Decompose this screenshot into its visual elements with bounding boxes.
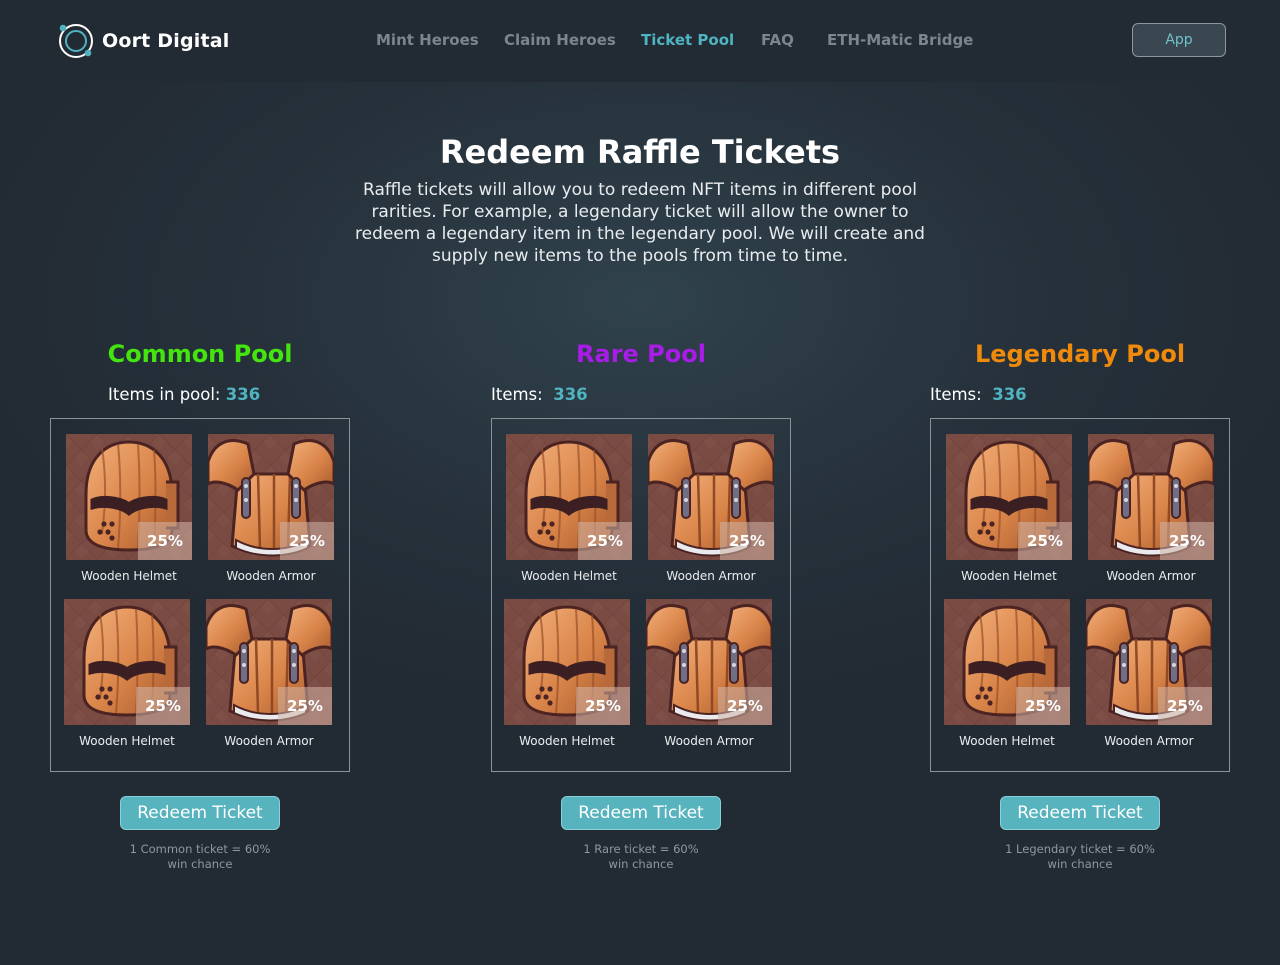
count-label: Items: — [491, 385, 554, 404]
pool-title: Legendary Pool — [974, 340, 1186, 368]
win-chance-line: 1 Rare ticket = 60% — [583, 842, 699, 856]
pool-items-grid: 25% Wooden Helmet 25% Wooden Armor 25% W… — [491, 418, 791, 772]
nav-claim-heroes[interactable]: Claim Heroes — [504, 31, 616, 49]
pool-item-card[interactable]: 25% Wooden Helmet — [944, 599, 1070, 748]
count-value: 336 — [992, 385, 1027, 404]
win-chance-line: 1 Common ticket = 60% — [129, 842, 271, 856]
win-chance-note: 1 Legendary ticket = 60% win chance — [980, 842, 1180, 872]
pool-item-card[interactable]: 25% Wooden Armor — [1086, 599, 1212, 748]
pool-item-card[interactable]: 25% Wooden Armor — [648, 434, 774, 583]
item-name: Wooden Helmet — [81, 569, 177, 583]
pool-item-card[interactable]: 25% Wooden Helmet — [946, 434, 1072, 583]
pool-items-grid: 25% Wooden Helmet 25% Wooden Armor 25% W… — [930, 418, 1230, 772]
drop-percent-badge: 25% — [1158, 687, 1212, 725]
pool-item-count: Items in pool: 336 — [108, 385, 260, 404]
pool-item-card[interactable]: 25% Wooden Armor — [1088, 434, 1214, 583]
item-name: Wooden Helmet — [519, 734, 615, 748]
pool-item-card[interactable]: 25% Wooden Armor — [646, 599, 772, 748]
item-name: Wooden Armor — [664, 734, 754, 748]
item-name: Wooden Armor — [1104, 734, 1194, 748]
drop-percent-badge: 25% — [138, 522, 192, 560]
win-chance-note: 1 Rare ticket = 60% win chance — [541, 842, 741, 872]
app-button[interactable]: App — [1132, 23, 1226, 57]
drop-percent-badge: 25% — [578, 522, 632, 560]
redeem-ticket-button[interactable]: Redeem Ticket — [561, 796, 721, 830]
drop-percent-badge: 25% — [718, 687, 772, 725]
drop-percent-badge: 25% — [720, 522, 774, 560]
drop-percent-badge: 25% — [278, 687, 332, 725]
count-value: 336 — [225, 385, 261, 404]
pool-title: Rare Pool — [576, 340, 706, 368]
drop-percent-badge: 25% — [136, 687, 190, 725]
item-name: Wooden Armor — [226, 569, 316, 583]
win-chance-line: win chance — [167, 857, 233, 871]
win-chance-note: 1 Common ticket = 60% win chance — [100, 842, 300, 872]
count-label: Items in pool: — [108, 385, 226, 404]
count-value: 336 — [553, 385, 588, 404]
page-description: Raffle tickets will allow you to redeem … — [355, 180, 925, 266]
nav-eth-matic-bridge[interactable]: ETH-Matic Bridge — [827, 31, 973, 49]
pool-item-card[interactable]: 25% Wooden Helmet — [506, 434, 632, 583]
pool-items-grid: 25% Wooden Helmet 25% Wooden Armor 25% W… — [50, 418, 350, 772]
item-name: Wooden Helmet — [79, 734, 175, 748]
drop-percent-badge: 25% — [1016, 687, 1070, 725]
drop-percent-badge: 25% — [280, 522, 334, 560]
pool-item-card[interactable]: 25% Wooden Helmet — [66, 434, 192, 583]
pool-item-card[interactable]: 25% Wooden Helmet — [64, 599, 190, 748]
item-name: Wooden Armor — [666, 569, 756, 583]
nav-faq[interactable]: FAQ — [761, 31, 794, 49]
page-title: Redeem Raffle Tickets — [439, 133, 841, 171]
item-name: Wooden Helmet — [959, 734, 1055, 748]
redeem-ticket-button[interactable]: Redeem Ticket — [120, 796, 280, 830]
pool-item-count: Items: 336 — [930, 385, 1027, 404]
nav-mint-heroes[interactable]: Mint Heroes — [376, 31, 479, 49]
drop-percent-badge: 25% — [1160, 522, 1214, 560]
win-chance-line: win chance — [608, 857, 674, 871]
win-chance-line: 1 Legendary ticket = 60% — [1005, 842, 1155, 856]
pool-item-card[interactable]: 25% Wooden Armor — [208, 434, 334, 583]
main-nav: Mint Heroes Claim Heroes Ticket Pool FAQ… — [0, 0, 1280, 82]
pool-item-count: Items: 336 — [491, 385, 588, 404]
win-chance-line: win chance — [1047, 857, 1113, 871]
item-name: Wooden Helmet — [521, 569, 617, 583]
nav-ticket-pool[interactable]: Ticket Pool — [641, 31, 734, 49]
drop-percent-badge: 25% — [1018, 522, 1072, 560]
pool-title: Common Pool — [107, 340, 293, 368]
item-name: Wooden Armor — [1106, 569, 1196, 583]
pool-item-card[interactable]: 25% Wooden Helmet — [504, 599, 630, 748]
pool-item-card[interactable]: 25% Wooden Armor — [206, 599, 332, 748]
item-name: Wooden Armor — [224, 734, 314, 748]
count-label: Items: — [930, 385, 993, 404]
drop-percent-badge: 25% — [576, 687, 630, 725]
item-name: Wooden Helmet — [961, 569, 1057, 583]
redeem-ticket-button[interactable]: Redeem Ticket — [1000, 796, 1160, 830]
